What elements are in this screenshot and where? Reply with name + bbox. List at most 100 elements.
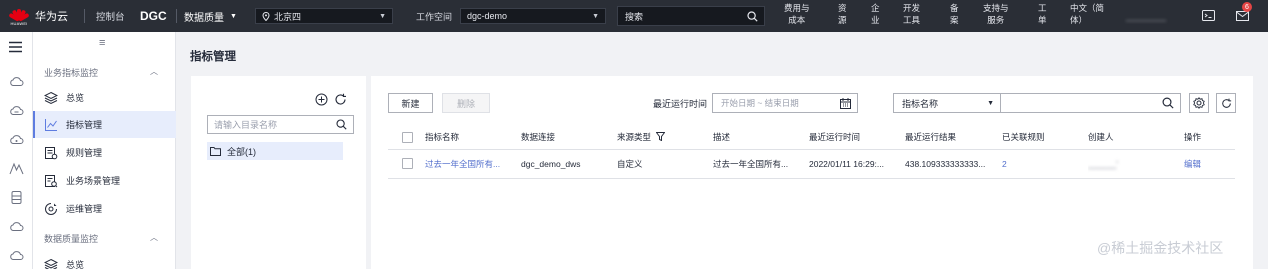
service-icon-rail [0,32,33,269]
column-header-name[interactable]: 指标名称 [425,126,521,150]
column-header-connection[interactable]: 数据连接 [521,126,617,150]
nav-support-line1: 支持与 [983,3,1009,13]
nav-resources-line2: 源 [838,15,847,25]
filter-field-select[interactable]: 指标名称 ▼ [893,93,1001,113]
date-range-input[interactable]: 开始日期 ~ 结束日期 [712,93,858,113]
new-button[interactable]: 新建 [388,93,433,113]
row-select-cell [388,149,425,179]
tree-node-all[interactable]: 全部(1) [207,142,343,160]
nav-enterprise[interactable]: 企业 [871,2,880,26]
search-icon[interactable] [1162,97,1174,109]
huawei-logo[interactable]: HUAWEI [6,0,32,32]
group-label: 数据质量监控 [44,234,99,244]
column-header-last-run-result[interactable]: 最近运行结果 [905,126,1002,150]
cloud-storage-icon[interactable] [9,132,24,147]
cloud-sync-icon[interactable] [9,219,24,234]
menu-collapse-icon[interactable]: ≡ [99,37,105,49]
region-select[interactable]: 北京四 ▼ [255,8,393,24]
menu-item-rule-management[interactable]: 规则管理 [33,139,176,166]
nav-ticket[interactable]: 工单 [1038,2,1047,26]
cloud-settings-icon[interactable] [9,248,24,263]
module-switcher[interactable]: 数据质量 ▼ [184,0,237,32]
terminal-icon[interactable] [1202,9,1215,22]
search-icon [336,119,347,130]
caret-down-icon: ▼ [230,12,237,20]
layers-icon [44,258,58,269]
ops-gear-icon [45,202,57,215]
nav-ticket-line1: 工 [1038,3,1047,13]
menu-item-dq-overview[interactable]: 总览 [33,251,176,269]
global-search-input[interactable]: 搜索 [617,6,765,26]
description-cell: 过去一年全国所有... [713,149,809,179]
menu-item-metric-management[interactable]: 指标管理 [33,111,176,138]
layers-icon [44,91,58,104]
cloud-service-icon[interactable] [9,103,24,118]
column-header-source-type[interactable]: 来源类型 [617,126,713,150]
column-header-creator[interactable]: 创建人 [1088,126,1184,150]
user-name[interactable]: ________ [1126,0,1166,32]
workspace-select[interactable]: dgc-demo ▼ [460,8,606,24]
nav-cost-line2: 成本 [788,15,806,25]
brand-name[interactable]: 华为云 [35,0,68,32]
refresh-button[interactable] [1216,93,1236,113]
search-icon [747,11,758,22]
nav-language-line2: 体） [1070,15,1088,25]
catalog-search-input[interactable]: 请输入目录名称 [207,115,354,134]
rule-doc-icon [45,146,58,159]
menu-item-scene-management[interactable]: 业务场景管理 [33,167,176,194]
menu-item-label: 运维管理 [66,204,103,214]
workspace-value: dgc-demo [467,11,508,21]
nav-devtools[interactable]: 开发 工具 [903,2,920,26]
menu-item-label: 总览 [66,93,85,103]
cloud-icon[interactable] [9,74,24,89]
nav-enterprise-line2: 业 [871,15,880,25]
nav-icp[interactable]: 备案 [950,2,959,26]
filter-field-value: 指标名称 [902,98,939,109]
linked-rules-link[interactable]: 2 [1002,159,1007,169]
creator-cell: ______' [1088,158,1118,169]
hamburger-menu-icon[interactable] [8,41,23,53]
refresh-icon[interactable] [334,93,347,106]
column-header-description[interactable]: 描述 [713,126,809,150]
nav-cost[interactable]: 费用与 成本 [784,2,810,26]
add-circle-icon[interactable] [315,93,328,106]
menu-item-ops-management[interactable]: 运维管理 [33,195,176,222]
select-all-checkbox[interactable] [402,131,413,143]
folder-icon [210,146,221,156]
menu-item-label: 业务场景管理 [66,176,121,186]
divider [176,9,177,23]
page-title: 指标管理 [190,51,236,63]
nav-icp-line1: 备 [950,3,959,13]
console-link[interactable]: 控制台 [96,0,125,32]
nav-support[interactable]: 支持与 服务 [983,2,1009,26]
group-data-quality[interactable]: 数据质量监控 ︿ [44,232,158,245]
metric-name-link[interactable]: 过去一年全国所有... [425,159,500,169]
nav-ticket-line2: 单 [1038,15,1047,25]
column-header-linked-rules[interactable]: 已关联规则 [1002,126,1088,150]
delete-button[interactable]: 删除 [442,93,490,113]
column-header-last-run-time[interactable]: 最近运行时间 [809,126,905,150]
last-run-time-label: 最近运行时间 [653,99,708,109]
nav-resources[interactable]: 资源 [838,2,847,26]
database-icon[interactable] [9,190,24,205]
filter-value-input[interactable] [1001,93,1181,113]
nav-language[interactable]: 中文（简体） [1070,2,1104,26]
filter-icon[interactable] [655,132,666,142]
menu-item-overview[interactable]: 总览 [33,84,176,111]
nav-language-line1: 中文（简 [1070,3,1105,13]
table-header-row: 指标名称 数据连接 来源类型 描述 最近运行时间 最近运行结果 已关联规则 创建… [388,126,1235,150]
group-business-metrics[interactable]: 业务指标监控 ︿ [44,66,158,79]
chevron-up-icon: ︿ [150,233,158,242]
mountain-icon[interactable] [9,161,24,176]
product-name[interactable]: DGC [140,0,167,32]
caret-down-icon: ▼ [379,12,386,20]
watermark: @稀土掘金技术社区 [1097,240,1224,256]
divider [84,9,85,23]
settings-button[interactable] [1189,93,1209,113]
column-header-actions: 操作 [1184,126,1235,150]
workspace-label: 工作空间 [416,11,453,22]
nav-support-line2: 服务 [987,15,1005,25]
row-checkbox[interactable] [402,158,413,169]
edit-link[interactable]: 编辑 [1184,159,1201,169]
select-all-cell [388,126,425,150]
